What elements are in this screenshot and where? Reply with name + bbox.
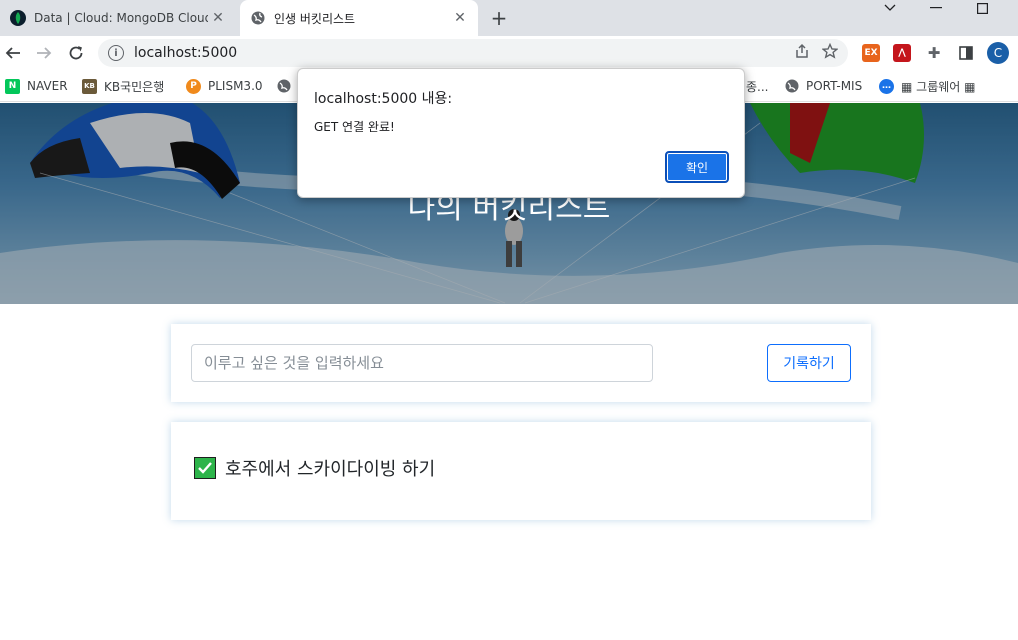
bookmark-plism[interactable]: P PLISM3.0 <box>186 77 263 95</box>
forward-button[interactable] <box>31 40 57 66</box>
bookmark-globe[interactable] <box>276 77 298 95</box>
reload-button[interactable] <box>63 40 89 66</box>
globe-icon <box>784 79 799 94</box>
tab-mongodb[interactable]: Data | Cloud: MongoDB Cloud ✕ <box>0 0 236 36</box>
tab-bucketlist[interactable]: 인생 버킷리스트 ✕ <box>240 0 478 36</box>
bookmark-kb[interactable]: KB KB국민은행 <box>82 77 164 95</box>
naver-icon: N <box>5 78 20 94</box>
bookmark-label: 종... <box>746 79 769 94</box>
alert-dialog: localhost:5000 내용: GET 연결 완료! 확인 <box>297 68 745 198</box>
info-icon[interactable]: i <box>108 45 124 61</box>
address-bar[interactable]: i localhost:5000 <box>98 39 848 67</box>
chat-bubble-icon: … <box>879 78 894 94</box>
dialog-ok-button[interactable]: 확인 <box>665 151 729 183</box>
kb-bank-icon: KB <box>82 78 97 94</box>
tab-title: 인생 버킷리스트 <box>274 11 356 26</box>
dialog-title: localhost:5000 내용: <box>314 91 453 107</box>
bookmark-port-mis[interactable]: PORT-MIS <box>784 77 862 95</box>
bookmark-naver[interactable]: N NAVER <box>5 77 68 95</box>
profile-avatar[interactable]: C <box>987 42 1009 64</box>
pdf-extension-icon[interactable]: ⋀ <box>893 44 911 62</box>
bookmark-label: KB국민은행 <box>104 79 165 94</box>
close-icon[interactable]: ✕ <box>450 8 470 28</box>
dialog-message: GET 연결 완료! <box>314 120 395 134</box>
bookmark-label: PLISM3.0 <box>208 79 263 93</box>
globe-icon <box>250 10 266 26</box>
share-icon[interactable] <box>794 43 810 63</box>
new-tab-button[interactable]: + <box>488 6 510 30</box>
bookmark-truncated[interactable]: 종... <box>746 77 768 95</box>
puzzle-extensions-icon[interactable]: ✚ <box>925 44 943 62</box>
bookmark-groupware[interactable]: … ▦ 그룹웨어 ▦ <box>879 77 975 95</box>
tab-title: Data | Cloud: MongoDB Cloud <box>34 11 208 25</box>
side-panel-icon[interactable] <box>957 44 975 62</box>
mongodb-leaf-icon <box>10 10 26 26</box>
list-item: 호주에서 스카이다이빙 하기 <box>194 455 435 481</box>
url-text: localhost:5000 <box>134 45 238 61</box>
record-button[interactable]: 기록하기 <box>767 344 851 382</box>
tab-strip: Data | Cloud: MongoDB Cloud ✕ 인생 버킷리스트 ✕… <box>0 0 1018 36</box>
list-item-text: 호주에서 스카이다이빙 하기 <box>225 459 436 480</box>
bookmark-label: ▦ 그룹웨어 ▦ <box>901 79 976 94</box>
globe-icon <box>276 79 291 94</box>
bookmark-label: NAVER <box>27 79 68 93</box>
chevron-down-icon[interactable] <box>870 0 910 16</box>
star-icon[interactable] <box>821 42 839 63</box>
browser-toolbar: i localhost:5000 EX ⋀ ✚ C <box>0 36 1018 70</box>
check-mark-icon <box>194 457 216 479</box>
back-button[interactable] <box>0 40 26 66</box>
bookmark-label: PORT-MIS <box>806 79 863 93</box>
extension-ex-icon[interactable]: EX <box>862 44 880 62</box>
bucket-list-card: 호주에서 스카이다이빙 하기 <box>171 422 871 520</box>
close-icon[interactable]: ✕ <box>208 8 228 28</box>
bucket-input[interactable] <box>191 344 653 382</box>
plism-icon: P <box>186 78 201 94</box>
bucket-form-card: 기록하기 <box>171 324 871 402</box>
minimize-button[interactable] <box>916 0 956 16</box>
maximize-button[interactable] <box>962 0 1002 16</box>
